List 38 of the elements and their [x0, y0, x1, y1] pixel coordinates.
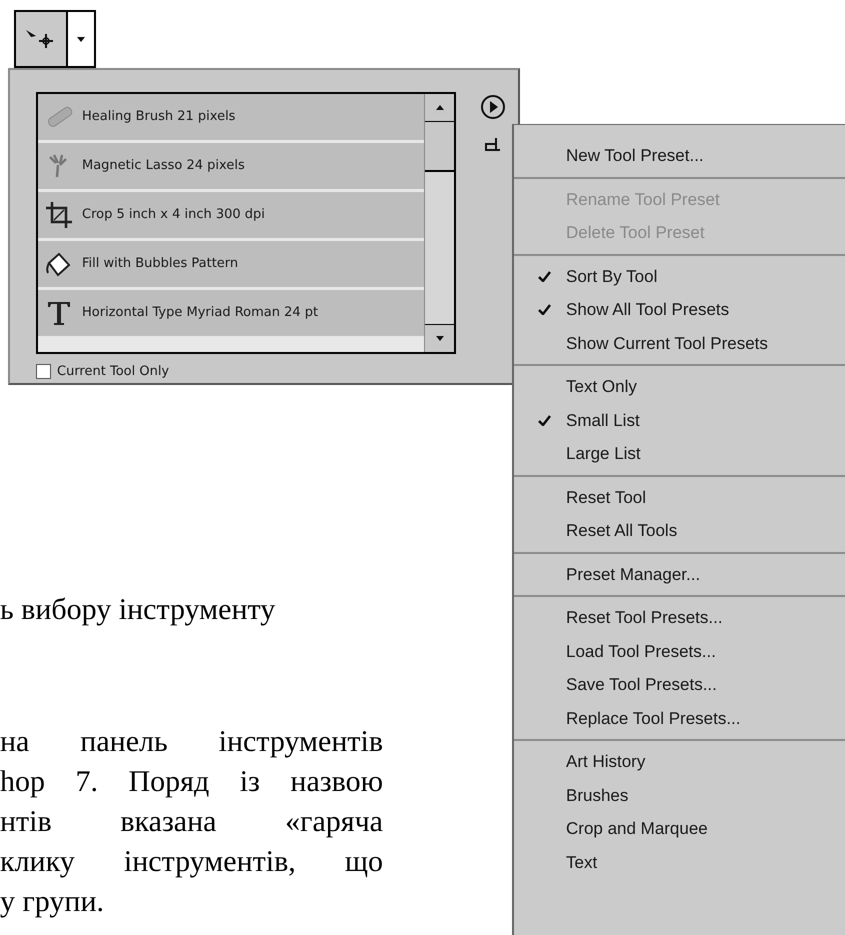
- scroll-up-icon: [436, 105, 444, 110]
- checkbox[interactable]: [36, 364, 51, 380]
- preset-item[interactable]: Fill with Bubbles Pattern: [38, 241, 424, 287]
- menu-item[interactable]: Preset Manager...: [514, 558, 845, 591]
- menu-item[interactable]: Sort By Tool: [514, 260, 845, 293]
- menu-item[interactable]: Reset All Tools: [514, 514, 845, 548]
- menu-item[interactable]: Save Tool Presets...: [514, 668, 845, 702]
- menu-item[interactable]: Text: [514, 846, 845, 879]
- preset-item[interactable]: Crop 5 inch x 4 inch 300 dpi: [38, 192, 424, 238]
- menu-item[interactable]: New Tool Preset...: [514, 139, 845, 172]
- checkbox-label: Current Tool Only: [57, 363, 170, 381]
- new-preset-icon[interactable]: [484, 136, 502, 152]
- preset-item[interactable]: Horizontal Type Myriad Roman 24 pt: [38, 290, 424, 336]
- menu-item[interactable]: Load Tool Presets...: [514, 634, 845, 668]
- menu-item[interactable]: Small List: [514, 404, 845, 437]
- caption-text: ь вибору інструменту: [0, 592, 276, 628]
- menu-item[interactable]: Reset Tool Presets...: [514, 601, 845, 634]
- scroll-down-icon: [436, 336, 444, 341]
- menu-item[interactable]: Show Current Tool Presets: [514, 326, 845, 360]
- menu-item[interactable]: Reset Tool: [514, 480, 845, 514]
- paragraph-text: на панель інструментів hop 7. Поряд із назвою нтів вказана «гаряча клику інструментів, що у групи.: [0, 724, 383, 920]
- scrollbar[interactable]: [424, 94, 454, 352]
- menu-item[interactable]: Show All Tool Presets: [514, 293, 845, 326]
- checkmark-icon: [538, 304, 550, 316]
- play-circle-icon[interactable]: [480, 94, 506, 120]
- checkmark-icon: [538, 270, 550, 282]
- caret-icon: [77, 36, 85, 42]
- crop-icon: [44, 200, 74, 230]
- scroll-thumb[interactable]: [425, 122, 454, 172]
- preset-item[interactable]: Healing Brush 21 pixels: [38, 94, 424, 140]
- menu-item[interactable]: Art History: [514, 745, 845, 778]
- preset-item[interactable]: Magnetic Lasso 24 pixels: [38, 143, 424, 189]
- menu-item[interactable]: Text Only: [514, 370, 845, 404]
- menu-item[interactable]: Replace Tool Presets...: [514, 702, 845, 735]
- menu-item[interactable]: Brushes: [514, 778, 845, 812]
- menu-item[interactable]: Large List: [514, 437, 845, 470]
- checkmark-icon: [538, 414, 550, 426]
- menu-item[interactable]: Crop and Marquee: [514, 812, 845, 846]
